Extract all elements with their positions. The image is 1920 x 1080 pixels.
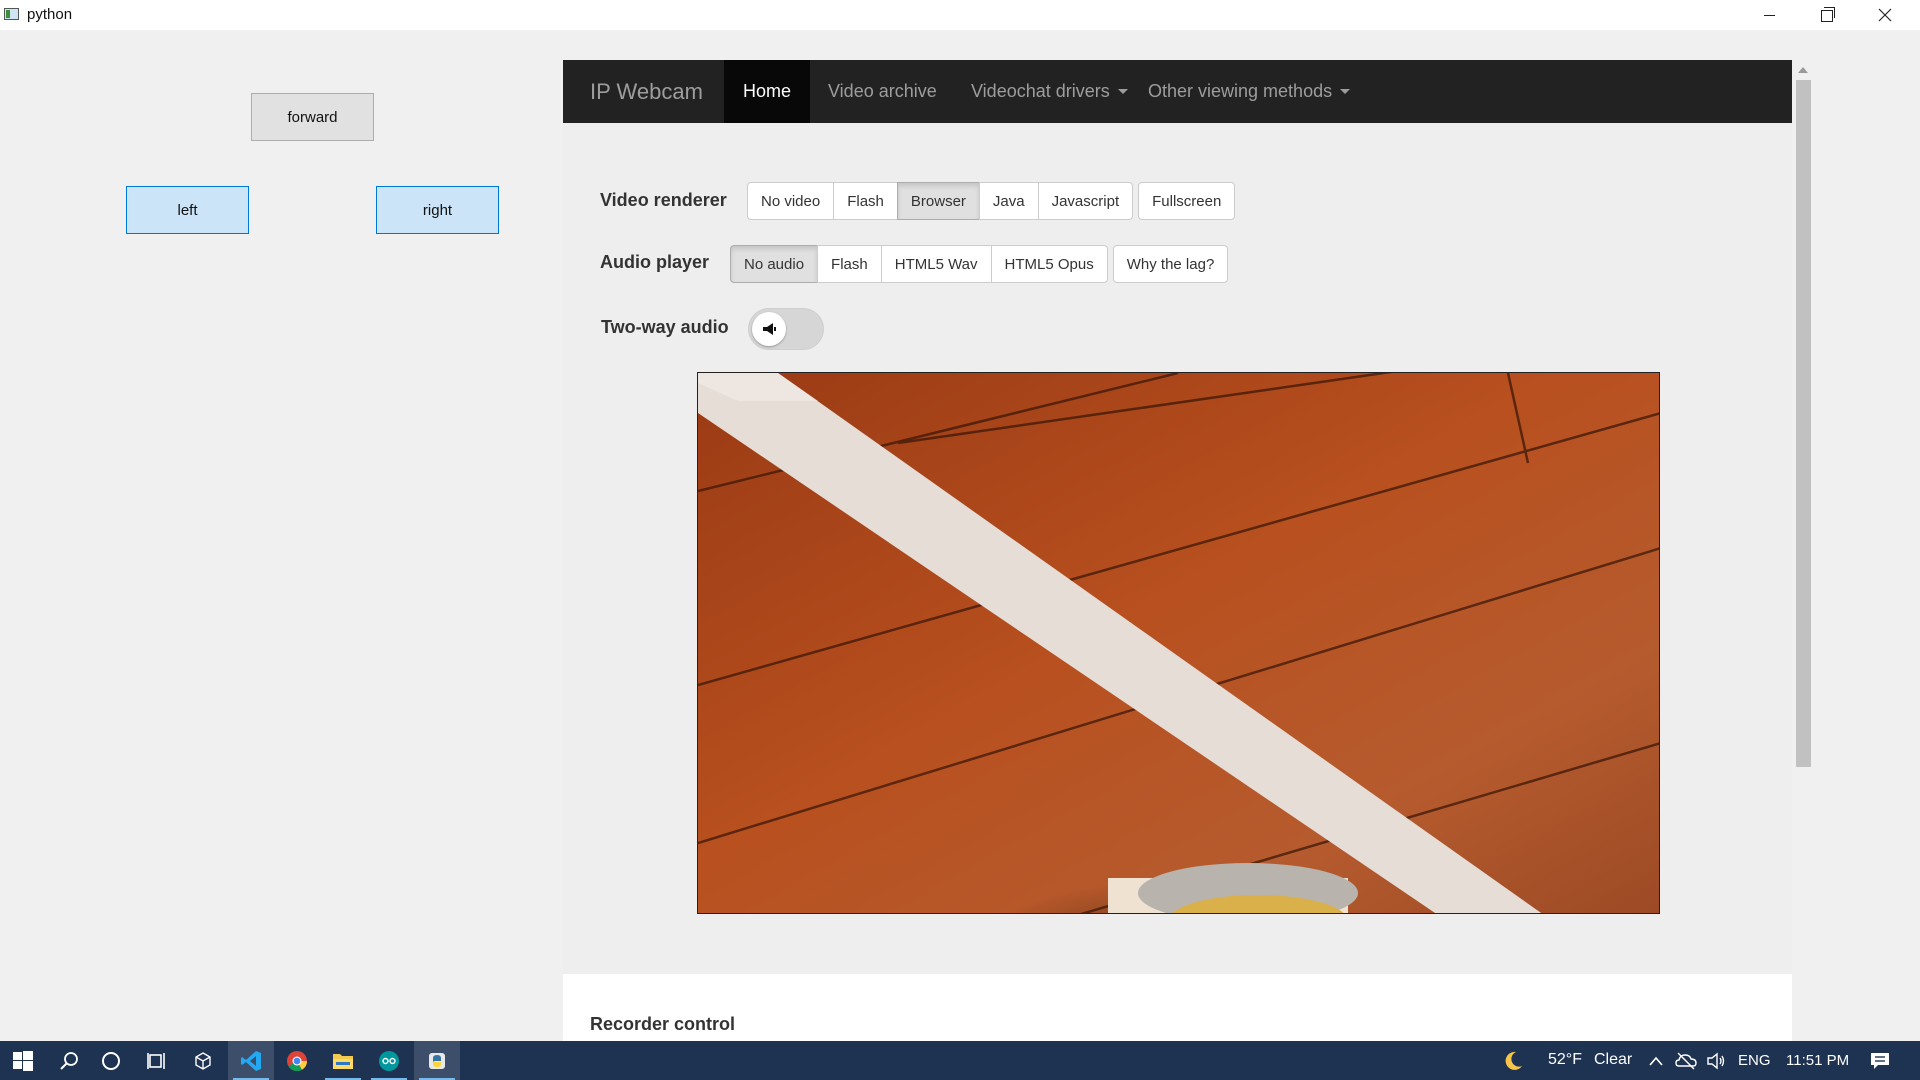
megaphone-icon	[763, 323, 776, 335]
volume-icon	[1707, 1052, 1725, 1069]
cortana-button[interactable]	[88, 1041, 134, 1080]
action-center-button[interactable]	[1856, 1041, 1904, 1080]
chrome-button[interactable]	[274, 1041, 320, 1080]
nav-other-viewing-methods[interactable]: Other viewing methods	[1129, 60, 1369, 123]
weather-condition[interactable]: Clear	[1594, 1051, 1632, 1069]
audio-no-audio-button[interactable]: No audio	[730, 245, 819, 283]
file-explorer-button[interactable]	[320, 1041, 366, 1080]
vscode-button[interactable]	[228, 1041, 274, 1080]
two-way-audio-label: Two-way audio	[601, 317, 729, 337]
nav-home-label: Home	[743, 81, 792, 101]
video-renderer-label: Video renderer	[600, 190, 727, 210]
search-button[interactable]	[46, 1041, 92, 1080]
arduino-button[interactable]	[366, 1041, 412, 1080]
language-indicator[interactable]: ENG	[1738, 1052, 1771, 1069]
caret-down-icon	[1340, 89, 1351, 94]
arduino-icon	[379, 1050, 399, 1071]
scroll-up-arrow-icon[interactable]	[1798, 67, 1808, 73]
renderer-javascript-button[interactable]: Javascript	[1037, 182, 1134, 220]
chevron-up-icon	[1649, 1056, 1663, 1066]
nav-home[interactable]: Home	[724, 60, 811, 123]
restore-icon	[1821, 7, 1835, 22]
audio-html5-wav-button[interactable]: HTML5 Wav	[880, 245, 992, 283]
why-the-lag-button[interactable]: Why the lag?	[1112, 245, 1229, 283]
scroll-thumb[interactable]	[1796, 80, 1811, 767]
webcam-frame-image	[698, 373, 1659, 913]
vertical-scrollbar[interactable]	[1792, 60, 1814, 1041]
nav-videochat-drivers-label: Videochat drivers	[971, 81, 1110, 101]
minimize-button[interactable]	[1740, 0, 1798, 30]
3d-viewer-icon	[195, 1051, 211, 1070]
nav-video-archive[interactable]: Video archive	[809, 60, 956, 123]
recorder-control-panel: Recorder control	[563, 974, 1792, 1041]
nav-other-viewing-methods-label: Other viewing methods	[1148, 81, 1333, 101]
forward-button[interactable]: forward	[251, 93, 374, 141]
clock[interactable]: 11:51 PM	[1786, 1052, 1849, 1069]
video-renderer-group: No video Flash Browser Java Javascript F…	[747, 182, 1236, 220]
show-hidden-icons-button[interactable]	[1644, 1041, 1668, 1080]
toggle-knob	[752, 312, 786, 346]
notification-icon	[1871, 1052, 1889, 1069]
chrome-icon	[287, 1050, 308, 1071]
python-window-icon	[4, 8, 19, 20]
nav-video-archive-label: Video archive	[828, 81, 937, 101]
start-button[interactable]	[0, 1041, 46, 1080]
left-button[interactable]: left	[126, 186, 249, 234]
audio-player-label: Audio player	[600, 252, 710, 272]
search-icon	[60, 1051, 78, 1070]
window-title: python	[27, 6, 73, 23]
weather-temp[interactable]: 52°F	[1548, 1051, 1582, 1069]
nav-videochat-drivers[interactable]: Videochat drivers	[952, 60, 1147, 123]
brand-link[interactable]: IP Webcam	[590, 79, 703, 105]
fullscreen-button[interactable]: Fullscreen	[1138, 182, 1236, 220]
windows-taskbar: 52°F Clear ENG 11:51 PM	[0, 1041, 1920, 1080]
audio-html5-opus-button[interactable]: HTML5 Opus	[990, 245, 1108, 283]
windows-start-icon	[13, 1050, 33, 1071]
restore-button[interactable]	[1798, 0, 1856, 30]
close-icon	[1878, 8, 1892, 22]
two-way-audio-toggle[interactable]	[748, 308, 824, 350]
cortana-icon	[102, 1051, 120, 1070]
weather-widget[interactable]	[1500, 1041, 1526, 1080]
renderer-no-video-button[interactable]: No video	[747, 182, 835, 220]
navbar: IP Webcam Home Video archive Videochat d…	[563, 60, 1792, 123]
right-button[interactable]: right	[376, 186, 499, 234]
window-titlebar: python	[0, 0, 1920, 30]
moon-icon	[1505, 1051, 1522, 1070]
task-view-button[interactable]	[134, 1041, 180, 1080]
renderer-java-button[interactable]: Java	[978, 182, 1039, 220]
webcam-web-view: IP Webcam Home Video archive Videochat d…	[563, 60, 1792, 1041]
caret-down-icon	[1117, 89, 1128, 94]
file-explorer-icon	[333, 1053, 353, 1069]
task-view-icon	[147, 1052, 165, 1069]
close-button[interactable]	[1856, 0, 1914, 30]
network-button[interactable]	[1672, 1041, 1700, 1080]
vscode-icon	[241, 1050, 261, 1071]
network-offline-icon	[1675, 1052, 1697, 1069]
audio-player-group: No audio Flash HTML5 Wav HTML5 Opus Why …	[730, 245, 1229, 283]
webcam-video-stream	[697, 372, 1660, 914]
renderer-flash-button[interactable]: Flash	[833, 182, 898, 220]
volume-button[interactable]	[1702, 1041, 1730, 1080]
renderer-browser-button[interactable]: Browser	[896, 182, 980, 220]
python-icon	[429, 1052, 445, 1069]
python-button[interactable]	[414, 1041, 460, 1080]
audio-flash-button[interactable]: Flash	[817, 245, 882, 283]
3d-viewer-button[interactable]	[180, 1041, 226, 1080]
minimize-icon	[1763, 14, 1775, 16]
recorder-control-title: Recorder control	[590, 1014, 736, 1034]
